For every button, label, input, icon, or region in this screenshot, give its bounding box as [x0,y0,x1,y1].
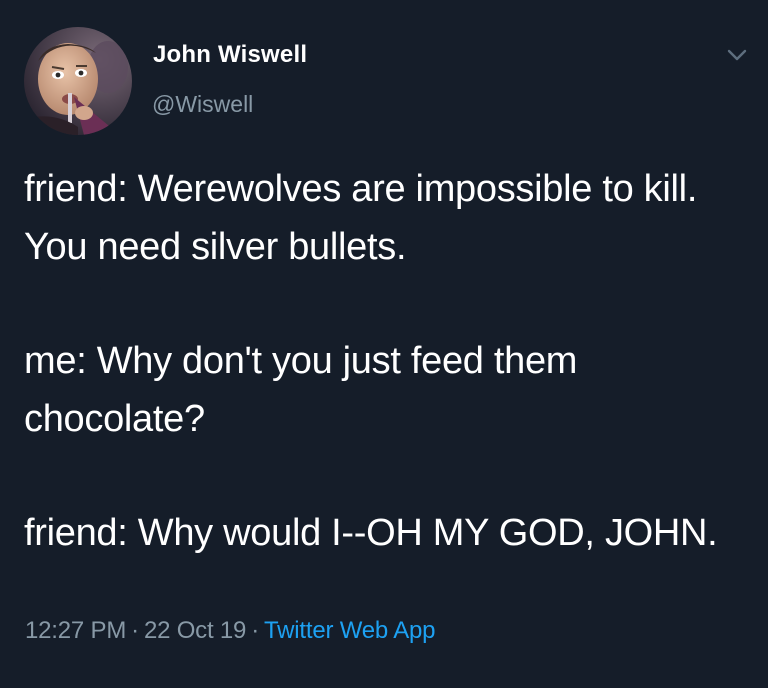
tweet-meta: 12:27 PM · 22 Oct 19 · Twitter Web App [25,617,436,645]
avatar[interactable] [24,27,132,135]
avatar-image [24,27,132,135]
source-link[interactable]: Twitter Web App [264,617,436,644]
tweet-text: friend: Werewolves are impossible to kil… [24,160,749,618]
display-name[interactable]: John Wiswell [153,41,307,69]
user-handle[interactable]: @Wiswell [152,91,253,118]
tweet-paragraph: friend: Why would I--OH MY GOD, JOHN. [24,512,718,554]
chevron-down-icon-glyph [727,49,747,61]
tweet-paragraph: friend: Werewolves are impossible to kil… [24,168,698,268]
tweet-date[interactable]: 22 Oct 19 [144,617,246,644]
tweet-time[interactable]: 12:27 PM [25,617,126,644]
meta-separator: · [131,617,139,644]
chevron-down-icon[interactable] [720,42,754,68]
meta-separator: · [251,617,259,644]
tweet-paragraph: me: Why don't you just feed them chocola… [24,340,578,440]
tweet-card: John Wiswell @Wiswell friend: Werewolves… [0,0,768,688]
